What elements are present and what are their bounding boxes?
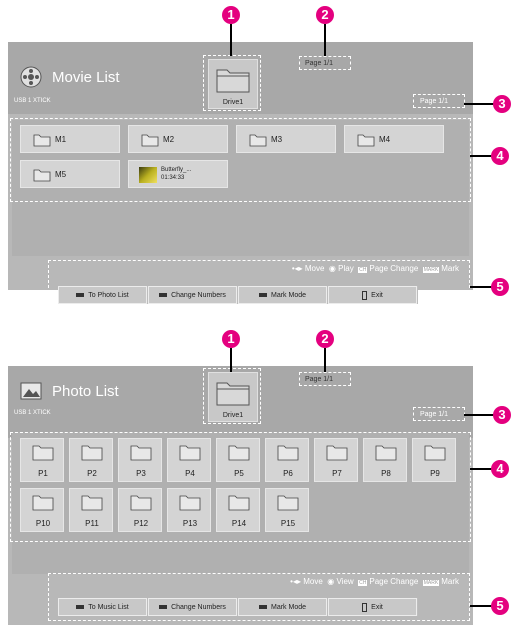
callout-3: 3 — [493, 406, 511, 424]
photo-list-panel: Photo List USB 1 XTICK Drive1 Page 1/1 P… — [8, 366, 473, 625]
page-title: Movie List — [52, 69, 120, 86]
callout-2-line — [324, 348, 326, 372]
content-dash-box — [10, 118, 471, 202]
page-top-dash-box — [299, 56, 351, 70]
callout-3-line — [464, 103, 494, 105]
callout-2-line — [324, 24, 326, 56]
callout-2: 2 — [316, 6, 334, 24]
callout-5: 5 — [491, 597, 509, 615]
callout-5: 5 — [491, 278, 509, 296]
page-title: Photo List — [52, 383, 119, 400]
page-right-dash-box — [413, 94, 465, 108]
controls-dash-box — [48, 573, 470, 621]
callout-4-line — [470, 468, 492, 470]
page-top-dash-box — [299, 372, 351, 386]
callout-4: 4 — [491, 460, 509, 478]
callout-1: 1 — [222, 330, 240, 348]
callout-1-line — [230, 348, 232, 372]
callout-1: 1 — [222, 6, 240, 24]
drive-dash-box — [203, 55, 261, 111]
callout-4-line — [470, 155, 492, 157]
callout-3: 3 — [493, 95, 511, 113]
callout-5-line — [470, 286, 492, 288]
callout-3-line — [464, 414, 494, 416]
movie-list-panel: Movie List USB 1 XTICK Drive1 Page 1/1 P… — [8, 42, 473, 308]
content-dash-box — [10, 432, 471, 542]
callout-2: 2 — [316, 330, 334, 348]
controls-dash-box — [48, 260, 470, 308]
callout-4: 4 — [491, 147, 509, 165]
device-label: USB 1 XTICK — [14, 98, 51, 104]
device-label: USB 1 XTICK — [14, 410, 51, 416]
callout-1-line — [230, 24, 232, 56]
film-reel-icon — [20, 66, 42, 88]
photo-icon — [20, 382, 42, 400]
callout-5-line — [470, 605, 492, 607]
drive-dash-box — [203, 368, 261, 424]
page-right-dash-box — [413, 407, 465, 421]
